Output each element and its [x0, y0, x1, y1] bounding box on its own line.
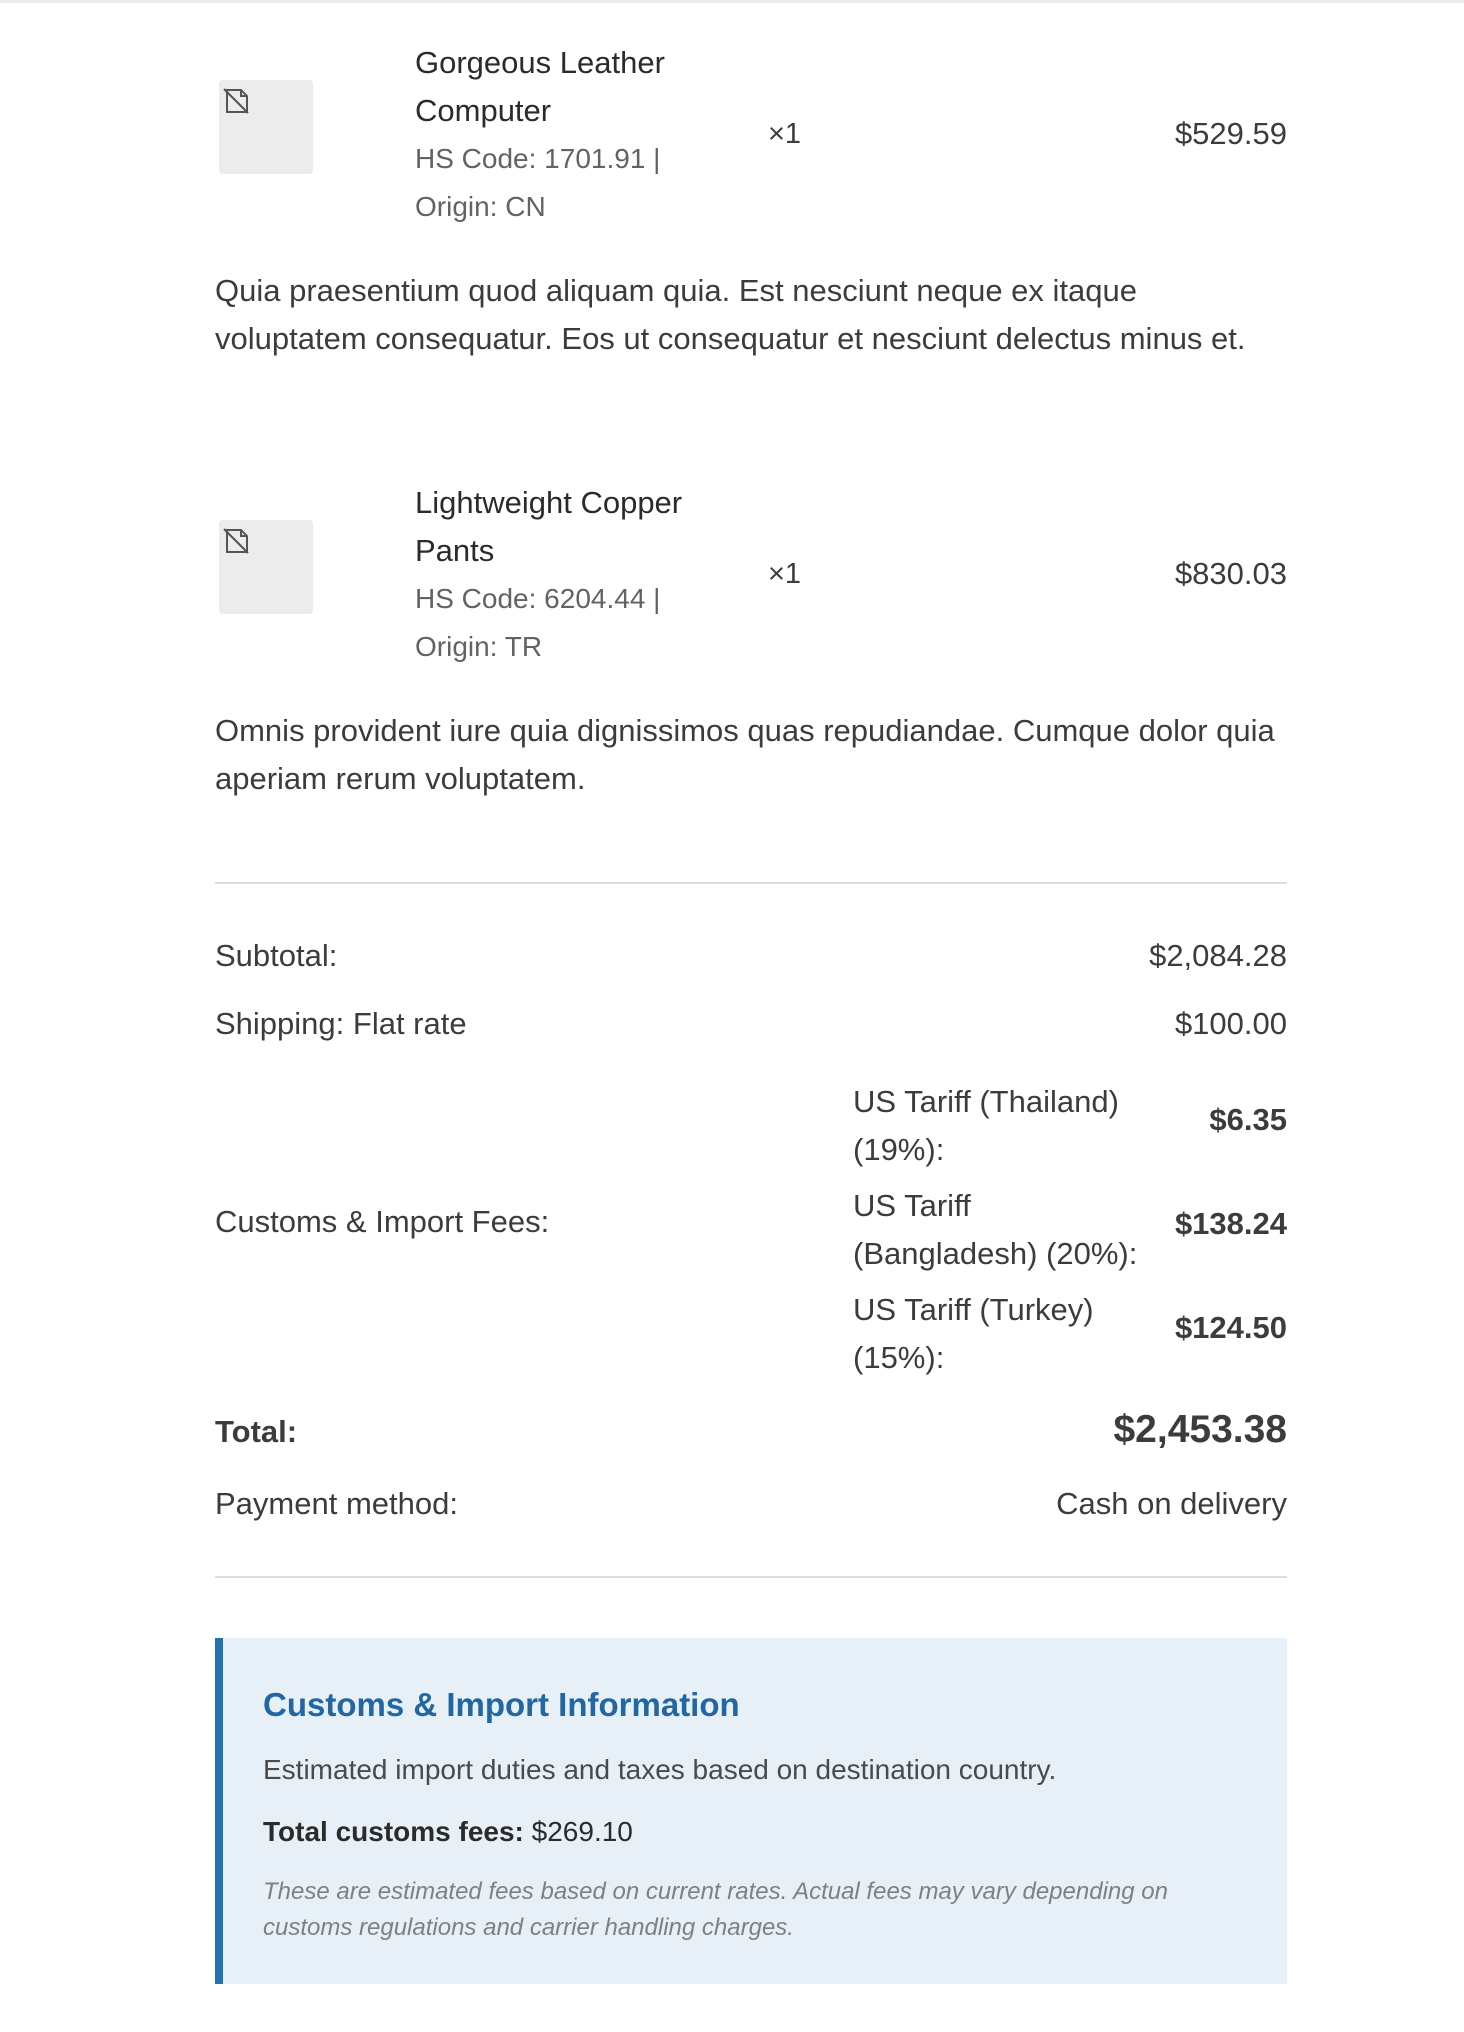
product-quantity: ×1: [768, 558, 802, 590]
customs-info-title: Customs & Import Information: [263, 1686, 740, 1723]
fee-name: US Tariff (Turkey) (15%):: [853, 1292, 1094, 1375]
product-info: Gorgeous Leather Computer HS Code: 1701.…: [415, 39, 715, 231]
total-value: $2,453.38: [1113, 1408, 1287, 1451]
product-description: Omnis provident iure quia dignissimos qu…: [215, 713, 1275, 796]
fee-line: US Tariff (Bangladesh) (20%): $138.24: [853, 1182, 1287, 1282]
product-price: $529.59: [1174, 116, 1287, 151]
customs-info-box: Customs & Import Information Estimated i…: [215, 1638, 1287, 1984]
subtotal-label: Subtotal:: [215, 938, 338, 973]
customs-fees-total-label: Total customs fees:: [263, 1816, 524, 1847]
product-image-placeholder: [219, 520, 313, 614]
product-price: $830.03: [1174, 556, 1287, 591]
shipping-row: Shipping: Flat rate $100.00: [215, 1006, 1287, 1046]
fee-line: US Tariff (Thailand) (19%): $6.35: [853, 1078, 1287, 1178]
total-row: Total: $2,453.38: [215, 1408, 1287, 1458]
fee-amount: $124.50: [1174, 1310, 1287, 1345]
order-item: Gorgeous Leather Computer HS Code: 1701.…: [215, 0, 1287, 250]
divider: [215, 882, 1287, 884]
origin: Origin: TR: [415, 631, 543, 662]
fee-amount: $138.24: [1174, 1206, 1287, 1241]
broken-image-icon: [223, 88, 249, 114]
product-description: Quia praesentium quod aliquam quia. Est …: [215, 273, 1246, 356]
fee-amount: $6.35: [1209, 1102, 1287, 1137]
shipping-value: $100.00: [1174, 1006, 1287, 1041]
customs-fees-label: Customs & Import Fees:: [215, 1204, 550, 1239]
hs-code: HS Code: 1701.91 |: [415, 143, 661, 174]
product-name[interactable]: Lightweight Copper Pants: [415, 479, 715, 575]
payment-method-label: Payment method:: [215, 1486, 458, 1521]
order-item: Lightweight Copper Pants HS Code: 6204.4…: [215, 440, 1287, 690]
customs-info-text: Estimated import duties and taxes based …: [263, 1754, 1057, 1785]
customs-fees-row: Customs & Import Fees: US Tariff (Thaila…: [215, 1078, 1287, 1378]
payment-method-value: Cash on delivery: [1056, 1486, 1287, 1521]
total-label: Total:: [215, 1414, 298, 1449]
shipping-label: Shipping: Flat rate: [215, 1006, 467, 1041]
customs-fees-total-value: $269.10: [531, 1816, 633, 1847]
payment-method-row: Payment method: Cash on delivery: [215, 1486, 1287, 1526]
broken-image-icon: [223, 528, 249, 554]
customs-info-note: These are estimated fees based on curren…: [263, 1878, 1168, 1941]
subtotal-value: $2,084.28: [1149, 938, 1287, 973]
hs-code: HS Code: 6204.44 |: [415, 583, 661, 614]
origin: Origin: CN: [415, 191, 546, 222]
product-quantity: ×1: [768, 118, 802, 150]
fee-name: US Tariff (Bangladesh) (20%):: [853, 1188, 1138, 1271]
fee-name: US Tariff (Thailand) (19%):: [853, 1084, 1119, 1167]
divider: [215, 1576, 1287, 1578]
product-name[interactable]: Gorgeous Leather Computer: [415, 39, 715, 135]
product-info: Lightweight Copper Pants HS Code: 6204.4…: [415, 479, 715, 671]
product-image-placeholder: [219, 80, 313, 174]
subtotal-row: Subtotal: $2,084.28: [215, 938, 1287, 978]
customs-fees-total: Total customs fees: $269.10: [263, 1816, 633, 1848]
fee-line: US Tariff (Turkey) (15%): $124.50: [853, 1286, 1287, 1386]
